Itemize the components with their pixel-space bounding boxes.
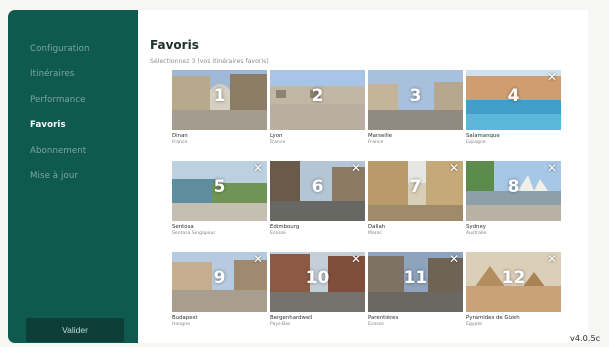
- route-number: 4: [507, 86, 520, 106]
- sidebar: Configuration Itinéraires Performance Fa…: [8, 10, 138, 343]
- nav-item-abonnement[interactable]: Abonnement: [30, 145, 90, 157]
- remove-favorite-icon[interactable]: ✕: [547, 71, 557, 83]
- favorite-card[interactable]: 1 Dinan France: [172, 70, 267, 154]
- sidebar-nav: Configuration Itinéraires Performance Fa…: [30, 43, 90, 195]
- version-label: v4.0.5c: [570, 333, 601, 343]
- route-country: Maroc: [368, 231, 382, 236]
- page-title: Favoris: [150, 38, 199, 52]
- remove-favorite-icon[interactable]: ✕: [351, 253, 361, 265]
- favorite-card[interactable]: 10 ✕ Bergenhardwell Pays-Bas: [270, 252, 365, 336]
- route-name: Dallah: [368, 224, 386, 230]
- remove-favorite-icon[interactable]: ✕: [449, 162, 459, 174]
- app-window: Configuration Itinéraires Performance Fa…: [0, 0, 609, 347]
- nav-item-configuration[interactable]: Configuration: [30, 43, 90, 55]
- favorite-card[interactable]: 7 ✕ Dallah Maroc: [368, 161, 463, 245]
- route-name: Budapest: [172, 315, 198, 321]
- route-country: Hongrie: [172, 322, 191, 327]
- route-country: Ecosse: [368, 322, 384, 327]
- route-number: 12: [501, 268, 526, 288]
- route-thumbnail: 7 ✕: [368, 161, 463, 221]
- nav-item-performance[interactable]: Performance: [30, 94, 90, 106]
- route-country: Pays-Bas: [270, 322, 291, 327]
- route-country: France: [270, 140, 286, 145]
- route-country: Sentosa Singapour: [172, 231, 216, 236]
- route-country: France: [172, 140, 188, 145]
- route-thumbnail: 6 ✕: [270, 161, 365, 221]
- nav-item-favoris[interactable]: Favoris: [30, 119, 90, 131]
- route-number: 1: [213, 86, 226, 106]
- route-thumbnail: 1: [172, 70, 267, 130]
- route-number: 10: [305, 268, 330, 288]
- route-thumbnail: 3: [368, 70, 463, 130]
- route-name: Edimbourg: [270, 224, 300, 230]
- favorite-card[interactable]: 8 ✕ Sydney Australie: [466, 161, 561, 245]
- remove-favorite-icon[interactable]: ✕: [547, 162, 557, 174]
- route-name: Sentosa: [172, 224, 194, 230]
- route-thumbnail: 12 ✕: [466, 252, 561, 312]
- route-name: Pyramides de Gizeh: [466, 315, 520, 321]
- route-thumbnail: 4 ✕: [466, 70, 561, 130]
- favorite-card[interactable]: 6 ✕ Edimbourg Ecosse: [270, 161, 365, 245]
- favorite-card[interactable]: 5 ✕ Sentosa Sentosa Singapour: [172, 161, 267, 245]
- route-country: France: [368, 140, 384, 145]
- favorite-card[interactable]: 3 Marseille France: [368, 70, 463, 154]
- route-thumbnail: 10 ✕: [270, 252, 365, 312]
- route-country: Australie: [466, 231, 487, 236]
- main-panel: Favoris Sélectionnez 3 (vos itinéraires …: [138, 10, 588, 343]
- route-name: Parentières: [368, 315, 399, 321]
- favorite-card[interactable]: 4 ✕ Salamanque Espagne: [466, 70, 561, 154]
- route-name: Sydney: [466, 224, 486, 230]
- route-name: Dinan: [172, 133, 188, 139]
- route-name: Bergenhardwell: [270, 315, 313, 321]
- route-number: 5: [213, 177, 226, 197]
- route-number: 3: [409, 86, 422, 106]
- route-name: Salamanque: [466, 133, 500, 139]
- route-name: Lyon: [270, 133, 283, 139]
- route-country: Egypte: [466, 322, 483, 327]
- route-thumbnail: 8 ✕: [466, 161, 561, 221]
- route-number: 8: [507, 177, 520, 197]
- favorite-card[interactable]: 12 ✕ Pyramides de Gizeh Egypte: [466, 252, 561, 336]
- route-number: 2: [311, 86, 324, 106]
- submit-button[interactable]: Valider: [26, 318, 124, 342]
- route-thumbnail: 2: [270, 70, 365, 130]
- route-thumbnail: 11 ✕: [368, 252, 463, 312]
- route-thumbnail: 5 ✕: [172, 161, 267, 221]
- favorite-card[interactable]: 11 ✕ Parentières Ecosse: [368, 252, 463, 336]
- favorite-card[interactable]: 9 ✕ Budapest Hongrie: [172, 252, 267, 336]
- remove-favorite-icon[interactable]: ✕: [253, 162, 263, 174]
- remove-favorite-icon[interactable]: ✕: [449, 253, 459, 265]
- page-subtitle: Sélectionnez 3 (vos itinéraires favoris): [150, 58, 269, 65]
- route-country: Ecosse: [270, 231, 286, 236]
- remove-favorite-icon[interactable]: ✕: [547, 253, 557, 265]
- route-number: 11: [403, 268, 428, 288]
- nav-item-mise-a-jour[interactable]: Mise à jour: [30, 170, 90, 182]
- remove-favorite-icon[interactable]: ✕: [351, 162, 361, 174]
- route-country: Espagne: [466, 140, 486, 145]
- route-number: 7: [409, 177, 422, 197]
- nav-item-itineraires[interactable]: Itinéraires: [30, 68, 90, 80]
- favorite-card[interactable]: 2 Lyon France: [270, 70, 365, 154]
- remove-favorite-icon[interactable]: ✕: [253, 253, 263, 265]
- route-number: 9: [213, 268, 226, 288]
- route-thumbnail: 9 ✕: [172, 252, 267, 312]
- route-number: 6: [311, 177, 324, 197]
- route-name: Marseille: [368, 133, 393, 139]
